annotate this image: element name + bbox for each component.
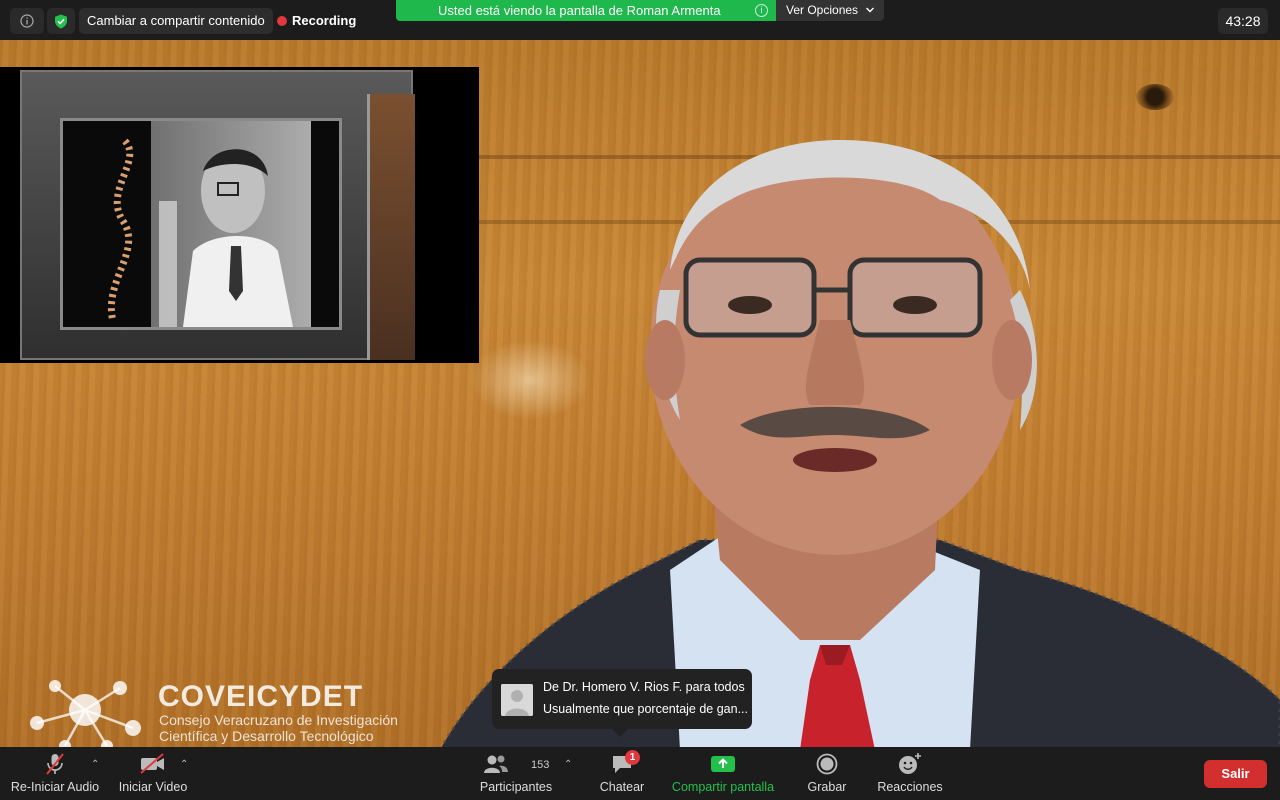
meeting-timer: 43:28 bbox=[1218, 8, 1268, 34]
video-options-chevron-icon[interactable]: ⌃ bbox=[180, 759, 188, 770]
banner-info-icon[interactable]: i bbox=[755, 4, 768, 17]
tv-speaker-panel bbox=[367, 94, 415, 360]
audio-label: Re-Iniciar Audio bbox=[10, 780, 100, 794]
record-icon bbox=[816, 753, 838, 775]
recording-label: Recording bbox=[292, 13, 357, 28]
info-icon bbox=[20, 14, 34, 28]
microphone-muted-icon bbox=[46, 753, 64, 775]
participants-label: Participantes bbox=[479, 780, 553, 794]
top-bar: Cambiar a compartir contenido Recording … bbox=[0, 0, 1280, 40]
meeting-info-button[interactable] bbox=[10, 8, 44, 34]
leave-meeting-button[interactable]: Salir bbox=[1204, 760, 1267, 788]
logo-title: COVEICYDET bbox=[158, 680, 364, 713]
avatar bbox=[501, 684, 533, 716]
shared-screen-thumbnail[interactable] bbox=[0, 67, 479, 363]
chat-message: Usualmente que porcentaje de gan... bbox=[543, 702, 748, 716]
recording-indicator[interactable]: Recording bbox=[277, 8, 356, 34]
participants-count: 153 bbox=[531, 759, 550, 771]
logo-subtitle-line2: Científica y Desarrollo Tecnológico bbox=[159, 728, 374, 744]
share-screen-icon bbox=[711, 756, 735, 772]
tv-frame bbox=[20, 70, 415, 360]
reactions-button[interactable]: Reacciones bbox=[872, 747, 948, 800]
zoom-meeting-window: Cambiar a compartir contenido Recording … bbox=[0, 0, 1280, 800]
participants-options-chevron-icon[interactable]: ⌃ bbox=[564, 759, 572, 770]
participants-button[interactable]: Participantes bbox=[476, 747, 556, 800]
speaker-figure bbox=[440, 140, 1280, 747]
default-user-icon bbox=[501, 684, 533, 716]
audio-button[interactable]: Re-Iniciar Audio bbox=[8, 747, 102, 800]
chat-label: Chatear bbox=[599, 780, 645, 794]
speaker-video: COVEICYDET Consejo Veracruzano de Invest… bbox=[0, 40, 1280, 747]
viewing-share-text: Usted está viendo la pantalla de Roman A… bbox=[438, 3, 721, 18]
recording-dot-icon bbox=[277, 16, 287, 26]
video-button[interactable]: Iniciar Video bbox=[112, 747, 194, 800]
reactions-label: Reacciones bbox=[877, 780, 943, 794]
scientist-image bbox=[63, 121, 339, 327]
video-label: Iniciar Video bbox=[118, 780, 188, 794]
chat-button[interactable]: Chatear bbox=[592, 747, 652, 800]
view-options-dropdown[interactable]: Ver Opciones bbox=[776, 0, 884, 21]
share-screen-button[interactable]: Compartir pantalla bbox=[666, 747, 780, 800]
record-label: Grabar bbox=[807, 780, 847, 794]
toast-pointer bbox=[612, 729, 628, 737]
logo-subtitle-line1: Consejo Veracruzano de Investigación bbox=[159, 712, 398, 728]
chat-sender: De Dr. Homero V. Rios F. para todos bbox=[543, 680, 745, 694]
chat-unread-badge: 1 bbox=[625, 750, 640, 765]
share-screen-label: Compartir pantalla bbox=[671, 780, 775, 794]
tv-screen bbox=[60, 118, 342, 330]
shield-check-icon bbox=[55, 14, 67, 28]
security-status-button[interactable] bbox=[47, 8, 75, 34]
view-options-label: Ver Opciones bbox=[786, 3, 859, 17]
coveicydet-logo-icon bbox=[30, 680, 141, 747]
switch-to-share-button[interactable]: Cambiar a compartir contenido bbox=[79, 8, 273, 34]
smiley-add-icon bbox=[899, 753, 921, 774]
audio-options-chevron-icon[interactable]: ⌃ bbox=[91, 759, 99, 770]
video-camera-off-icon bbox=[140, 753, 164, 774]
chevron-down-icon bbox=[866, 7, 875, 13]
participants-icon bbox=[484, 755, 508, 773]
viewing-share-banner: Usted está viendo la pantalla de Roman A… bbox=[396, 0, 776, 21]
chat-notification[interactable]: De Dr. Homero V. Rios F. para todos Usua… bbox=[492, 669, 752, 737]
meeting-toolbar: Re-Iniciar Audio ⌃ Iniciar Video ⌃ Parti… bbox=[0, 747, 1280, 800]
record-button[interactable]: Grabar bbox=[798, 747, 856, 800]
